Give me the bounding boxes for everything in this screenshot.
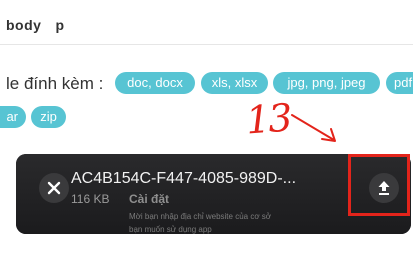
file-type-chip-rar: ar xyxy=(0,106,26,128)
file-type-chip-zip: zip xyxy=(31,106,66,128)
annotation-arrow-icon xyxy=(291,114,336,142)
annotation-step-number: 13 xyxy=(244,95,292,143)
file-name: AC4B154C-F447-4085-989D-... xyxy=(71,170,297,187)
breadcrumb: body p xyxy=(6,17,65,33)
breadcrumb-item-body[interactable]: body xyxy=(6,17,41,33)
file-type-chip-image: jpg, png, jpeg xyxy=(273,72,380,94)
file-type-chip-xls: xls, xlsx xyxy=(201,72,268,94)
file-type-chip-pdf: pdf xyxy=(386,72,413,94)
upload-file-button[interactable] xyxy=(369,173,399,203)
preview-text-line: Mời bạn nhập địa chỉ website của cơ sở xyxy=(129,212,272,221)
attachment-types-label: le đính kèm : xyxy=(6,74,104,93)
file-type-chip-doc: doc, docx xyxy=(115,72,195,94)
breadcrumb-item-p[interactable]: p xyxy=(55,17,64,33)
preview-title: Cài đặt xyxy=(129,192,170,206)
upload-icon xyxy=(378,181,390,195)
preview-text-line: bạn muốn sử dụng app xyxy=(129,225,212,234)
editor-path-bar: body p xyxy=(0,0,413,45)
close-icon xyxy=(47,181,61,195)
remove-file-button[interactable] xyxy=(39,173,69,203)
file-size: 116 KB xyxy=(71,192,110,206)
